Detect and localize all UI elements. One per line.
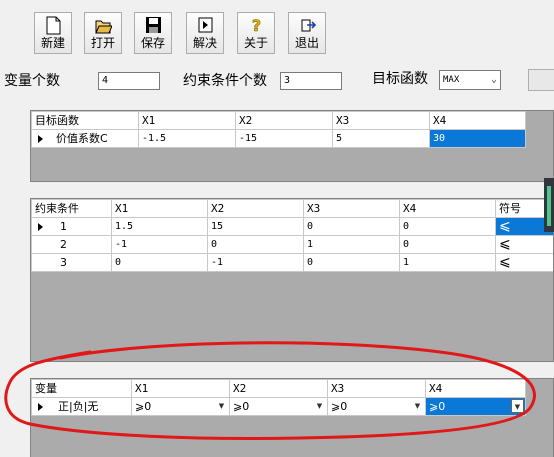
objective-grid[interactable]: 目标函数 X1 X2 X3 X4 价值系数C -1.5 -15 5 30 bbox=[30, 110, 554, 182]
about-button-label: 关于 bbox=[243, 36, 268, 50]
variable-sign-value: ⩾0 bbox=[233, 400, 250, 413]
constraint-count-label: 约束条件个数 bbox=[183, 73, 267, 89]
new-file-icon bbox=[46, 16, 61, 35]
help-icon: ? bbox=[252, 16, 262, 35]
variable-sign-dropdown[interactable]: ⩾0 ▼ bbox=[229, 397, 328, 416]
constraint-cell[interactable]: 15 bbox=[207, 217, 304, 236]
save-icon bbox=[146, 17, 161, 33]
about-button[interactable]: ? 关于 bbox=[237, 12, 275, 54]
constraint-cell[interactable]: -1 bbox=[207, 253, 304, 272]
objective-cell-x1[interactable]: -1.5 bbox=[138, 129, 236, 148]
level-indicator bbox=[544, 178, 554, 232]
constraint-cell[interactable]: 0 bbox=[207, 235, 304, 254]
constraint-sign-cell[interactable]: ⩽ bbox=[495, 235, 553, 254]
constraint-cell[interactable]: 1.5 bbox=[111, 217, 208, 236]
constraint-row-header: 1 bbox=[31, 217, 112, 236]
constraint-cell[interactable]: 0 bbox=[303, 253, 400, 272]
constraint-sign-cell[interactable]: ⩽ bbox=[495, 253, 553, 272]
objective-header-x1: X1 bbox=[138, 111, 236, 130]
variable-header-corner: 变量 bbox=[31, 379, 132, 398]
solve-button-label: 解决 bbox=[192, 36, 217, 50]
open-button[interactable]: 打开 bbox=[84, 12, 122, 54]
var-count-input[interactable]: 4 bbox=[98, 72, 160, 90]
objective-header-x3: X3 bbox=[332, 111, 430, 130]
variable-row-header: 正|负|无 bbox=[31, 397, 132, 416]
variable-sign-dropdown[interactable]: ⩾0 ▼ bbox=[327, 397, 426, 416]
objective-label: 目标函数 bbox=[372, 71, 428, 87]
objective-cell-x2[interactable]: -15 bbox=[235, 129, 333, 148]
constraint-cell[interactable]: 0 bbox=[111, 253, 208, 272]
variable-row-label: 正|负|无 bbox=[58, 400, 99, 413]
objective-header-x2: X2 bbox=[235, 111, 333, 130]
variable-header-x3: X3 bbox=[327, 379, 426, 398]
constraint-row-header: 3 bbox=[31, 253, 112, 272]
variable-header-x2: X2 bbox=[229, 379, 328, 398]
level-indicator-bar bbox=[547, 186, 551, 226]
constraint-header-x2: X2 bbox=[207, 199, 304, 218]
exit-button-label: 退出 bbox=[294, 36, 319, 50]
chevron-down-icon: ⌄ bbox=[490, 74, 497, 85]
extra-button[interactable] bbox=[528, 69, 554, 91]
objective-header-corner: 目标函数 bbox=[31, 111, 139, 130]
save-button[interactable]: 保存 bbox=[134, 12, 172, 54]
constraint-header-x4: X4 bbox=[399, 199, 496, 218]
variable-header-x1: X1 bbox=[131, 379, 230, 398]
dropdown-arrow-icon[interactable]: ▼ bbox=[511, 399, 524, 413]
constraint-cell[interactable]: 0 bbox=[399, 217, 496, 236]
exit-button[interactable]: 退出 bbox=[288, 12, 326, 54]
new-button[interactable]: 新建 bbox=[34, 12, 72, 54]
open-button-label: 打开 bbox=[90, 36, 115, 50]
current-row-indicator-icon bbox=[38, 135, 43, 143]
constraint-row-label: 3 bbox=[60, 256, 67, 269]
save-button-label: 保存 bbox=[140, 36, 165, 50]
constraint-cell[interactable]: 0 bbox=[399, 235, 496, 254]
var-count-label: 变量个数 bbox=[4, 73, 60, 89]
new-button-label: 新建 bbox=[40, 36, 65, 50]
constraint-header-x3: X3 bbox=[303, 199, 400, 218]
dropdown-arrow-icon[interactable]: ▼ bbox=[215, 399, 228, 413]
variable-sign-dropdown[interactable]: ⩾0 ▼ bbox=[425, 397, 526, 416]
variable-sign-dropdown[interactable]: ⩾0 ▼ bbox=[131, 397, 230, 416]
variable-sign-value: ⩾0 bbox=[135, 400, 152, 413]
variable-grid[interactable]: 变量 X1 X2 X3 X4 正|负|无 ⩾0 ▼ ⩾0 ▼ ⩾0 ▼ ⩾0 ▼ bbox=[30, 378, 554, 457]
exit-icon bbox=[301, 19, 316, 32]
constraint-row-label: 2 bbox=[60, 238, 67, 251]
constraint-count-input[interactable]: 3 bbox=[280, 72, 342, 90]
objective-select-value: MAX bbox=[443, 75, 460, 85]
constraint-cell[interactable]: -1 bbox=[111, 235, 208, 254]
variable-header-x4: X4 bbox=[425, 379, 526, 398]
solve-button[interactable]: 解决 bbox=[186, 12, 224, 54]
svg-text:?: ? bbox=[252, 16, 261, 35]
objective-row-header: 价值系数C bbox=[31, 129, 139, 148]
current-row-indicator-icon bbox=[38, 223, 43, 231]
constraint-header-corner: 约束条件 bbox=[31, 199, 112, 218]
variable-sign-value: ⩾0 bbox=[331, 400, 348, 413]
constraint-row-header: 2 bbox=[31, 235, 112, 254]
open-folder-icon bbox=[95, 20, 112, 34]
current-row-indicator-icon bbox=[38, 403, 43, 411]
objective-select[interactable]: MAX ⌄ bbox=[439, 70, 501, 90]
constraint-grid[interactable]: 约束条件 X1 X2 X3 X4 符号 1 1.5 15 0 0 ⩽ 2 -1 … bbox=[30, 198, 554, 362]
constraint-cell[interactable]: 1 bbox=[303, 235, 400, 254]
constraint-row-label: 1 bbox=[60, 220, 67, 233]
dropdown-arrow-icon[interactable]: ▼ bbox=[313, 399, 326, 413]
constraint-cell[interactable]: 0 bbox=[303, 217, 400, 236]
objective-cell-x3[interactable]: 5 bbox=[332, 129, 430, 148]
objective-row-label: 价值系数C bbox=[56, 132, 108, 145]
constraint-cell[interactable]: 1 bbox=[399, 253, 496, 272]
solve-icon bbox=[198, 17, 213, 33]
objective-header-x4: X4 bbox=[429, 111, 526, 130]
dropdown-arrow-icon[interactable]: ▼ bbox=[411, 399, 424, 413]
objective-cell-x4[interactable]: 30 bbox=[429, 129, 526, 148]
constraint-header-x1: X1 bbox=[111, 199, 208, 218]
variable-sign-value: ⩾0 bbox=[429, 400, 446, 413]
